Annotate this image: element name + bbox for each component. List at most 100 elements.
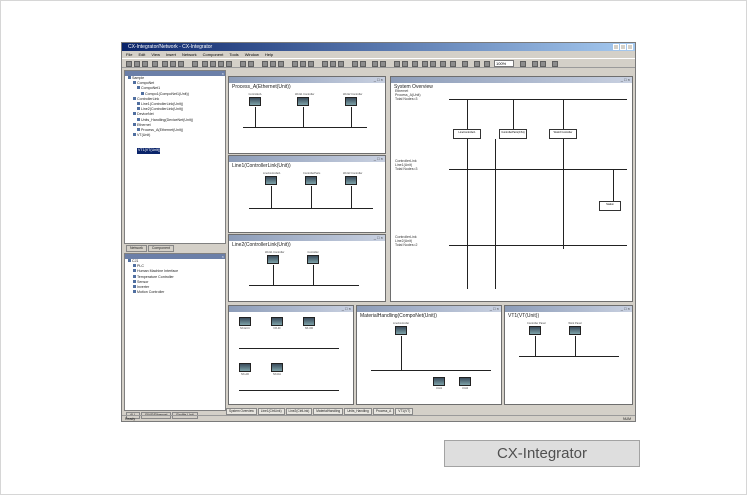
network-icon[interactable] xyxy=(300,61,306,67)
vt-window[interactable]: _ □ × VT1(VT(Unit)) Controller Panel Wor… xyxy=(504,305,633,405)
paste-icon[interactable] xyxy=(178,61,184,67)
device-node[interactable]: NX-ECC xyxy=(237,316,253,330)
close-icon[interactable]: _ □ × xyxy=(342,306,351,312)
tree-item[interactable]: VT(Unit) xyxy=(125,133,225,138)
zoom-out-icon[interactable] xyxy=(430,61,436,67)
close-icon[interactable]: _ □ × xyxy=(374,156,383,162)
tree-item-selected[interactable]: VT1(VT(Unit)) xyxy=(137,148,161,154)
align-right-icon[interactable] xyxy=(338,61,344,67)
componet-devices-window[interactable]: _ □ × NX-ECC NX-ID NX-OD NX-AD NX-DA xyxy=(228,305,354,405)
tab-line1[interactable]: Line1(CtrlLink) xyxy=(257,408,285,415)
context-help-icon[interactable] xyxy=(474,61,480,67)
device-node[interactable]: Unit2 xyxy=(457,376,473,390)
close-icon[interactable]: _ □ × xyxy=(374,77,383,83)
device-node[interactable]: Controller Panel xyxy=(527,322,546,336)
parameter-icon[interactable] xyxy=(248,61,254,67)
close-icon[interactable]: × xyxy=(222,71,224,76)
layout-icon[interactable] xyxy=(532,61,538,67)
close-icon[interactable]: _ □ × xyxy=(621,306,630,312)
window-titlebar[interactable]: _ □ × xyxy=(229,306,353,312)
device-node[interactable]: NX-OD xyxy=(301,316,317,330)
monitor-icon[interactable] xyxy=(240,61,246,67)
maximize-button[interactable] xyxy=(620,44,626,50)
window-titlebar[interactable]: _ □ × xyxy=(505,306,632,312)
binoculars-icon[interactable] xyxy=(440,61,446,67)
device-node[interactable]: LineController1 xyxy=(263,172,281,186)
line1-window[interactable]: _ □ × Line1(ControllerLink(Unit)) LineCo… xyxy=(228,155,386,233)
zoom-fit-icon[interactable] xyxy=(520,61,526,67)
tile-icon[interactable] xyxy=(372,61,378,67)
align-left-icon[interactable] xyxy=(322,61,328,67)
overview-node[interactable]: Station xyxy=(599,201,621,211)
device-node[interactable]: Unit1 xyxy=(431,376,447,390)
minimize-button[interactable] xyxy=(613,44,619,50)
close-icon[interactable]: _ □ × xyxy=(621,77,630,83)
window-titlebar[interactable]: _ □ × xyxy=(229,156,385,162)
device-node[interactable]: Work Panel xyxy=(567,322,583,336)
connect-icon[interactable] xyxy=(210,61,216,67)
online-icon[interactable] xyxy=(202,61,208,67)
device-node[interactable]: Controller xyxy=(305,251,321,265)
line2-window[interactable]: _ □ × Line2(ControllerLink(Unit)) Work1 … xyxy=(228,234,386,302)
menu-component[interactable]: Component xyxy=(203,51,224,58)
window-list-icon[interactable] xyxy=(552,61,558,67)
overview-node[interactable]: LineController1 xyxy=(453,129,481,139)
datalink-icon[interactable] xyxy=(270,61,276,67)
window-titlebar[interactable]: _ □ × xyxy=(229,77,385,83)
close-icon[interactable]: × xyxy=(222,254,224,259)
menu-help[interactable]: Help xyxy=(265,51,273,58)
print-icon[interactable] xyxy=(152,61,158,67)
menu-tools[interactable]: Tools xyxy=(229,51,238,58)
device-node[interactable]: Work1 Controller xyxy=(295,93,314,107)
tab-vt1[interactable]: VT1(VT) xyxy=(395,408,414,415)
menu-view[interactable]: View xyxy=(151,51,160,58)
tab-system-overview[interactable]: System Overview xyxy=(226,408,257,415)
undo-icon[interactable] xyxy=(192,61,198,67)
eye-icon[interactable] xyxy=(450,61,456,67)
component-item[interactable]: Motion Controller xyxy=(125,290,225,295)
close-button[interactable] xyxy=(627,44,633,50)
zoom-select[interactable]: 100% xyxy=(494,60,514,67)
overview-node[interactable]: Work3 Controller xyxy=(549,129,577,139)
tab-material-handling[interactable]: MaterialHandling xyxy=(313,408,344,415)
device-node[interactable]: LineController xyxy=(393,322,409,336)
table-icon[interactable] xyxy=(360,61,366,67)
device-node[interactable]: NX-AD xyxy=(237,362,253,376)
diagnosis-icon[interactable] xyxy=(402,61,408,67)
menu-network[interactable]: Network xyxy=(182,51,197,58)
tab-network[interactable]: Network xyxy=(126,245,147,252)
grid-icon[interactable] xyxy=(352,61,358,67)
device-node[interactable]: Work2 Controller xyxy=(343,93,362,107)
close-icon[interactable]: _ □ × xyxy=(374,235,383,241)
close-icon[interactable]: _ □ × xyxy=(490,306,499,312)
search-icon[interactable] xyxy=(412,61,418,67)
cascade-icon[interactable] xyxy=(380,61,386,67)
download-icon[interactable] xyxy=(226,61,232,67)
device-node[interactable]: Work1 Controller xyxy=(265,251,284,265)
device-node[interactable]: ControllerParts xyxy=(303,172,320,186)
properties-icon[interactable] xyxy=(394,61,400,67)
material-handling-window[interactable]: _ □ × MaterialHandling(CompoNet(Unit)) L… xyxy=(356,305,502,405)
window-titlebar[interactable]: _ □ × xyxy=(229,235,385,241)
tab-line2[interactable]: Line2(CtrlLink) xyxy=(285,408,313,415)
new-icon[interactable] xyxy=(126,61,132,67)
copy-icon[interactable] xyxy=(170,61,176,67)
device-node[interactable]: NX-DA xyxy=(269,362,285,376)
device-node[interactable]: ControllerA xyxy=(247,93,263,107)
cursor-icon[interactable] xyxy=(308,61,314,67)
arrow-icon[interactable] xyxy=(484,61,490,67)
device-icon[interactable] xyxy=(292,61,298,67)
ethernet-window[interactable]: _ □ × Process_A(Ethernet(Unit)) Controll… xyxy=(228,76,386,154)
zoom-in-icon[interactable] xyxy=(422,61,428,67)
menu-insert[interactable]: Insert xyxy=(166,51,176,58)
compare-icon[interactable] xyxy=(278,61,284,67)
window-titlebar[interactable]: _ □ × xyxy=(391,77,632,83)
help-icon[interactable] xyxy=(462,61,468,67)
routing-icon[interactable] xyxy=(262,61,268,67)
align-center-icon[interactable] xyxy=(330,61,336,67)
open-icon[interactable] xyxy=(134,61,140,67)
device-node[interactable]: NX-ID xyxy=(269,316,285,330)
tab-process-a[interactable]: Process_A xyxy=(372,408,395,415)
overview-node[interactable]: ControllerParts(CS1) xyxy=(499,129,527,139)
tab-component[interactable]: Component xyxy=(147,245,174,252)
